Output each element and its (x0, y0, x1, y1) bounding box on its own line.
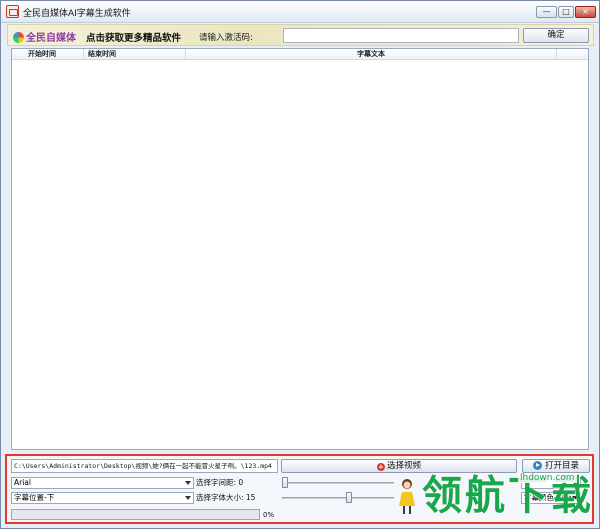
letter-spacing-label: 选择字间距: 0 (196, 478, 244, 487)
watermark-logo: 领航下载 lhdown.com (412, 468, 600, 529)
window-title: 全民自媒体AI字幕生成软件 (23, 9, 131, 19)
logo-text: 全民自媒体 (26, 33, 76, 44)
title-bar[interactable]: 全民自媒体AI字幕生成软件 — □ × (1, 1, 599, 23)
subtitle-table[interactable]: 开始时间 结束时间 字幕文本 (11, 48, 589, 450)
brand-logo[interactable]: 全民自媒体 (13, 29, 76, 44)
letter-spacing-slider[interactable] (282, 477, 394, 489)
watermark-url: lhdown.com (518, 473, 577, 483)
close-button[interactable]: × (575, 6, 596, 18)
minimize-button[interactable]: — (536, 6, 557, 18)
activation-bar: 全民自媒体 点击获取更多精品软件 请输入激活码: 确定 (7, 24, 594, 46)
app-icon (6, 5, 19, 18)
slider-thumb[interactable] (345, 492, 352, 503)
subtitle-position-select[interactable]: 字幕位置-下 (11, 492, 194, 504)
slider-track (282, 482, 394, 484)
app-window: 全民自媒体AI字幕生成软件 — □ × 全民自媒体 点击获取更多精品软件 请输入… (0, 0, 600, 529)
promo-link[interactable]: 点击获取更多精品软件 (86, 30, 181, 44)
font-select-value: Arial (14, 478, 31, 487)
column-end-time[interactable]: 结束时间 (84, 49, 186, 60)
subtitle-position-value: 字幕位置-下 (14, 493, 55, 502)
chevron-down-icon (185, 481, 191, 485)
activation-code-input[interactable] (283, 28, 519, 43)
confirm-button[interactable]: 确定 (523, 28, 589, 43)
logo-icon (13, 32, 24, 43)
maximize-button[interactable]: □ (558, 6, 574, 18)
plus-icon: + (376, 463, 385, 471)
font-size-label: 选择字体大小: 15 (196, 493, 256, 502)
font-select[interactable]: Arial (11, 477, 194, 489)
activation-code-label: 请输入激活码: (199, 33, 253, 43)
progress-percent: 0% (263, 511, 275, 519)
column-filler (557, 49, 588, 60)
column-subtitle-text[interactable]: 字幕文本 (186, 49, 557, 60)
chevron-down-icon (185, 496, 191, 500)
slider-track (282, 497, 394, 499)
column-start-time[interactable]: 开始时间 (12, 49, 84, 60)
progress-bar (11, 509, 260, 520)
font-size-slider[interactable] (282, 492, 394, 504)
video-path-field[interactable]: C:\Users\Administrator\Desktop\视频\她?俩在一起… (11, 459, 278, 473)
slider-thumb[interactable] (282, 477, 288, 488)
table-header: 开始时间 结束时间 字幕文本 (12, 49, 588, 60)
